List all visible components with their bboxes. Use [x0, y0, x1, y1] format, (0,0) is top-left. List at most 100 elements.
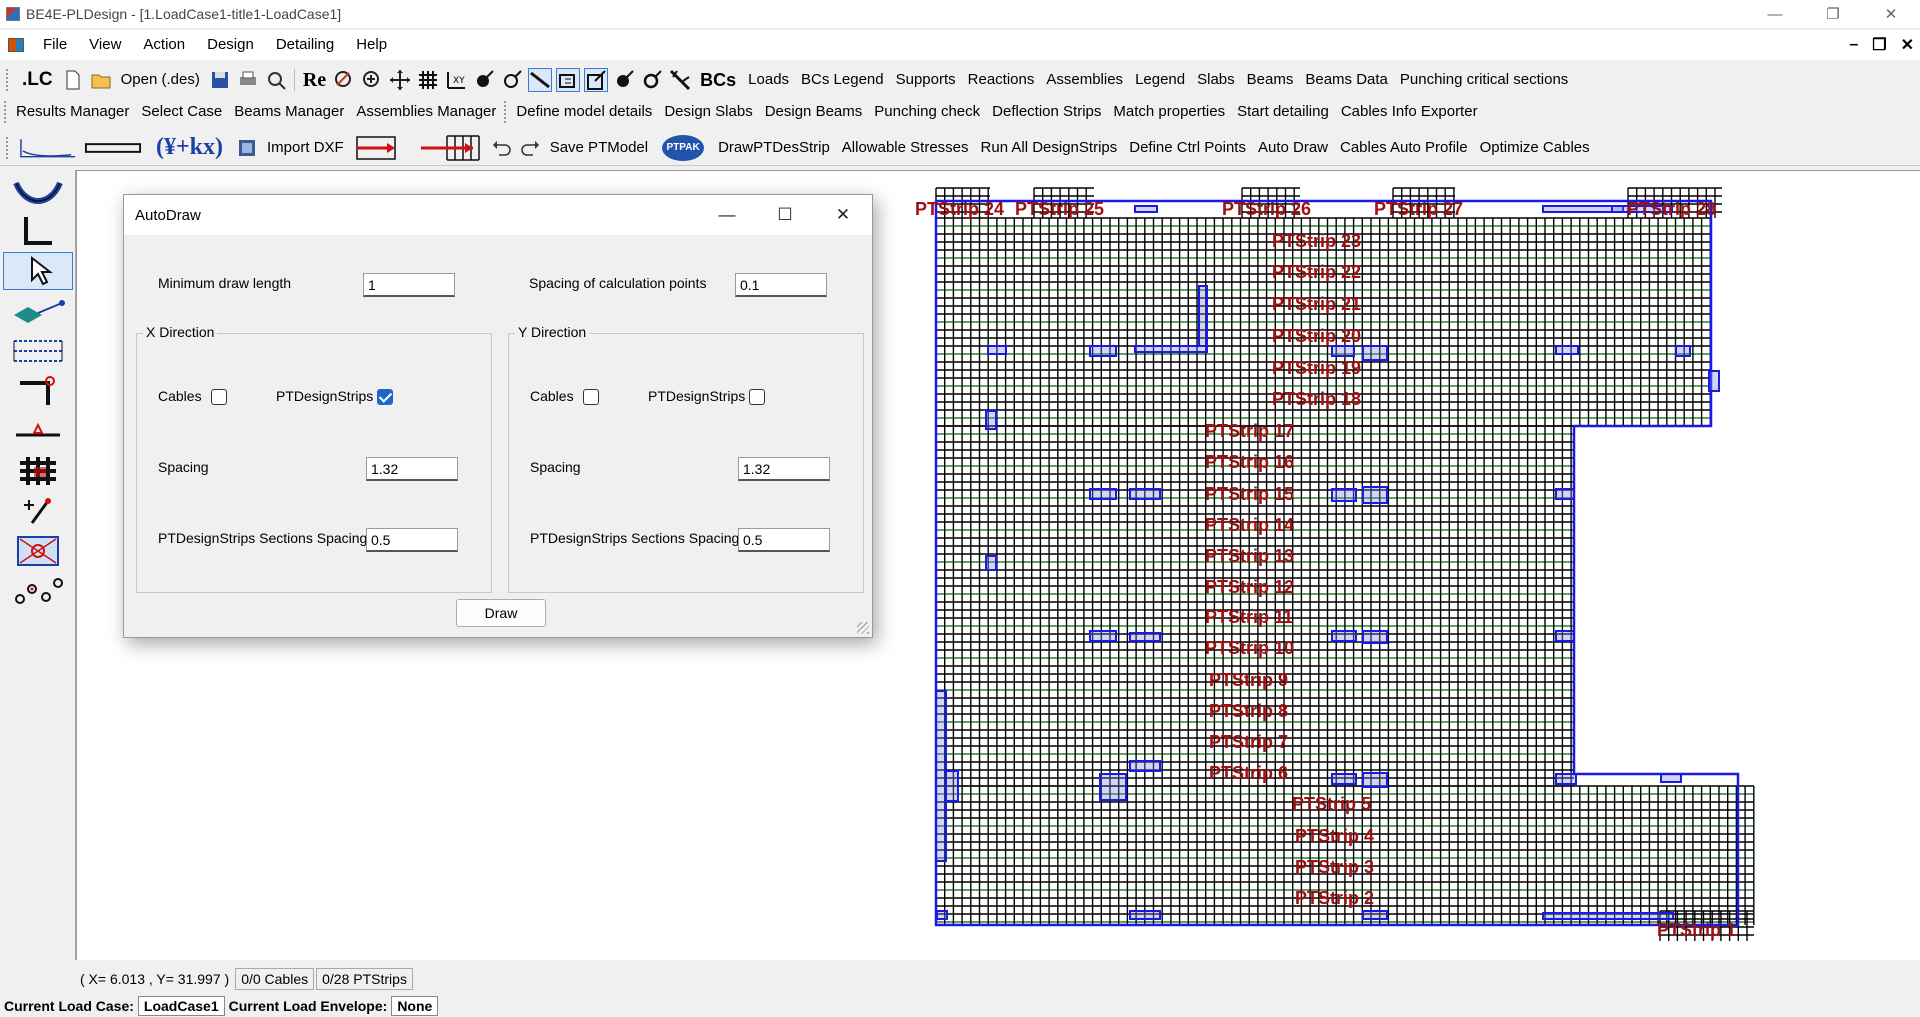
spacing-calc-points-input[interactable] [735, 273, 827, 297]
line-load-icon[interactable] [668, 68, 692, 92]
undo-icon[interactable] [490, 136, 514, 160]
control-points-icon[interactable] [3, 572, 73, 610]
open-des-button[interactable]: Open (.des) [115, 67, 206, 93]
save-ptmodel-button[interactable]: Save PTModel [544, 135, 654, 161]
design-slabs-button[interactable]: Design Slabs [658, 99, 758, 125]
select-case-button[interactable]: Select Case [135, 99, 228, 125]
select-pointer-icon[interactable] [3, 252, 73, 290]
formula-button[interactable]: (¥+kx) [146, 134, 233, 161]
dialog-maximize-icon[interactable]: ☐ [756, 195, 814, 235]
y-sections-spacing-input[interactable] [738, 528, 830, 552]
menu-design[interactable]: Design [196, 30, 265, 60]
node-load-icon[interactable] [612, 68, 636, 92]
tendon-grid-icon[interactable] [418, 134, 486, 161]
punching-critical-sections-button[interactable]: Punching critical sections [1394, 67, 1574, 93]
assemblies-button[interactable]: Assemblies [1040, 67, 1129, 93]
optimize-cables-button[interactable]: Optimize Cables [1474, 135, 1596, 161]
draw-button[interactable]: Draw [456, 599, 546, 627]
beam-icon[interactable] [3, 412, 73, 450]
auto-draw-button[interactable]: Auto Draw [1252, 135, 1334, 161]
run-all-designstrips-button[interactable]: Run All DesignStrips [975, 135, 1124, 161]
beams-data-button[interactable]: Beams Data [1299, 67, 1394, 93]
import-dxf-icon[interactable] [235, 136, 259, 160]
start-detailing-button[interactable]: Start detailing [1231, 99, 1335, 125]
menu-detailing[interactable]: Detailing [265, 30, 345, 60]
minimize-icon[interactable]: — [1746, 0, 1804, 28]
mdi-close-icon[interactable]: ✕ [1901, 35, 1914, 55]
min-draw-length-input[interactable] [363, 273, 455, 297]
zoom-extents-icon[interactable] [332, 68, 356, 92]
current-load-case-value[interactable]: LoadCase1 [137, 995, 225, 1016]
support-icon[interactable] [3, 212, 73, 250]
menu-view[interactable]: View [78, 30, 132, 60]
point-load-icon[interactable] [472, 68, 496, 92]
define-model-details-button[interactable]: Define model details [510, 99, 658, 125]
pan-icon[interactable] [388, 68, 412, 92]
mdi-minimize-icon[interactable]: – [1849, 36, 1858, 54]
mdi-restore-icon[interactable]: ❐ [1872, 35, 1886, 55]
column-icon[interactable] [3, 372, 73, 410]
select-crossing-icon[interactable] [584, 68, 609, 92]
design-beams-button[interactable]: Design Beams [759, 99, 869, 125]
x-cables-checkbox[interactable] [211, 389, 227, 405]
assemblies-manager-button[interactable]: Assemblies Manager [350, 99, 502, 125]
restore-icon[interactable]: ❐ [1804, 0, 1862, 28]
menu-file[interactable]: File [32, 30, 78, 60]
draw-ptdesstrip-button[interactable]: DrawPTDesStrip [712, 135, 836, 161]
strip-lines-icon[interactable] [3, 332, 73, 370]
slab-icon[interactable] [3, 292, 73, 330]
dialog-minimize-icon[interactable]: — [698, 195, 756, 235]
results-manager-button[interactable]: Results Manager [10, 99, 135, 125]
grid-icon[interactable] [416, 68, 440, 92]
x-sections-spacing-input[interactable] [366, 528, 458, 552]
punching-check-button[interactable]: Punching check [868, 99, 986, 125]
curve-icon[interactable] [18, 136, 78, 160]
beams-manager-button[interactable]: Beams Manager [228, 99, 350, 125]
cables-auto-profile-button[interactable]: Cables Auto Profile [1334, 135, 1474, 161]
reactions-button[interactable]: Reactions [962, 67, 1041, 93]
match-properties-button[interactable]: Match properties [1107, 99, 1231, 125]
moment-icon[interactable] [500, 68, 524, 92]
x-ptds-checkbox[interactable] [377, 389, 393, 405]
lc-button[interactable]: .LC [16, 69, 59, 91]
y-ptds-checkbox[interactable] [749, 389, 765, 405]
dialog-close-icon[interactable]: ✕ [814, 195, 872, 235]
close-icon[interactable]: ✕ [1862, 0, 1920, 28]
open-folder-icon[interactable] [89, 68, 113, 92]
document-icon[interactable] [8, 38, 24, 52]
zoom-window-icon[interactable] [360, 68, 384, 92]
dialog-title-bar[interactable]: AutoDraw — ☐ ✕ [124, 195, 872, 235]
menu-help[interactable]: Help [345, 30, 398, 60]
save-icon[interactable] [208, 68, 232, 92]
menu-action[interactable]: Action [132, 30, 196, 60]
y-spacing-input[interactable] [738, 457, 830, 481]
loads-button[interactable]: Loads [742, 67, 795, 93]
add-point-icon[interactable] [3, 492, 73, 530]
import-dxf-button[interactable]: Import DXF [261, 135, 350, 161]
bcs-button[interactable]: BCs [694, 70, 742, 91]
current-load-envelope-value[interactable]: None [391, 995, 439, 1016]
beams-button[interactable]: Beams [1241, 67, 1300, 93]
y-cables-checkbox[interactable] [583, 389, 599, 405]
node-moment-icon[interactable] [640, 68, 664, 92]
redraw-button[interactable]: Re [299, 69, 330, 92]
tendon-arrow-icon[interactable] [352, 135, 400, 160]
bcs-legend-button[interactable]: BCs Legend [795, 67, 890, 93]
select-window-icon[interactable] [556, 68, 581, 92]
cables-info-exporter-button[interactable]: Cables Info Exporter [1335, 99, 1484, 125]
axis-icon[interactable]: XY [444, 68, 468, 92]
strip-icon[interactable] [82, 136, 144, 160]
select-line-icon[interactable] [528, 68, 553, 92]
opening-icon[interactable] [3, 532, 73, 570]
new-file-icon[interactable] [61, 68, 85, 92]
cable-profile-icon[interactable] [3, 172, 73, 210]
ptpak-button[interactable]: PTPAK [662, 134, 705, 161]
x-spacing-input[interactable] [366, 457, 458, 481]
define-ctrl-points-button[interactable]: Define Ctrl Points [1123, 135, 1252, 161]
supports-button[interactable]: Supports [890, 67, 962, 93]
print-icon[interactable] [236, 68, 260, 92]
resize-grip[interactable] [857, 622, 869, 634]
allowable-stresses-button[interactable]: Allowable Stresses [836, 135, 975, 161]
mesh-icon[interactable] [3, 452, 73, 490]
deflection-strips-button[interactable]: Deflection Strips [986, 99, 1107, 125]
